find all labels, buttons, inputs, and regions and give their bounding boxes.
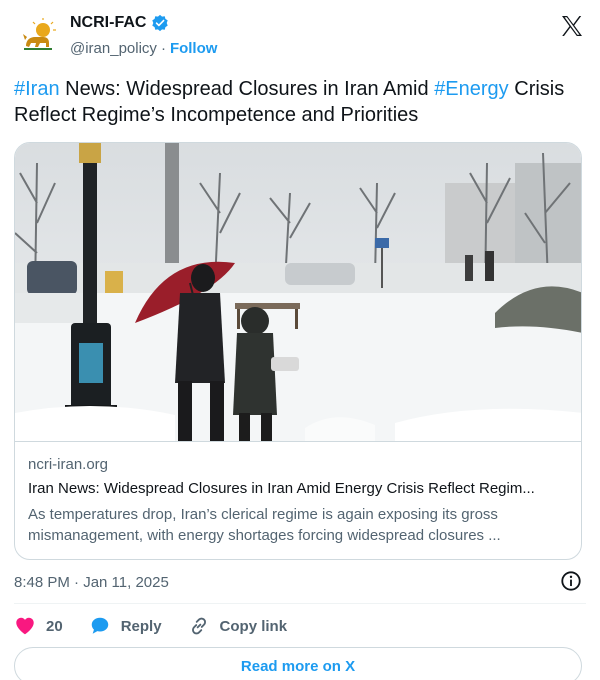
snowy-street-photo[interactable] (15, 143, 582, 441)
hashtag-energy[interactable]: #Energy (434, 78, 509, 100)
author-handle[interactable]: @iran_policy (70, 40, 157, 57)
link-preview-card[interactable]: ncri-iran.org Iran News: Widespread Clos… (14, 142, 582, 560)
tweet-actions: 20 Reply Copy link (14, 612, 586, 640)
copy-link-button[interactable]: Copy link (188, 615, 288, 637)
like-count: 20 (46, 617, 63, 635)
reply-button[interactable]: Reply (89, 615, 162, 637)
x-logo-icon[interactable] (560, 14, 584, 38)
author-name-row: NCRI-FAC (70, 14, 169, 32)
tweet-timestamp[interactable]: 8:48 PM · Jan 11, 2025 (14, 574, 169, 591)
link-icon (191, 617, 206, 635)
info-icon[interactable] (560, 570, 582, 592)
divider (14, 603, 586, 604)
author-name[interactable]: NCRI-FAC (70, 14, 146, 32)
tweet-header: NCRI-FAC @iran_policy · Follow (14, 12, 586, 62)
follow-button[interactable]: Follow (170, 40, 218, 57)
card-title[interactable]: Iran News: Widespread Closures in Iran A… (28, 480, 573, 497)
tweet-meta-row: 8:48 PM · Jan 11, 2025 (14, 570, 586, 594)
separator-dot: · (160, 40, 166, 57)
speech-bubble-icon (91, 617, 108, 634)
card-text-area: ncri-iran.org Iran News: Widespread Clos… (15, 441, 581, 559)
card-domain: ncri-iran.org (28, 456, 109, 473)
lion-and-sun-avatar[interactable] (18, 16, 58, 56)
author-handle-row: @iran_policy · Follow (70, 40, 217, 57)
read-more-button[interactable]: Read more on X (14, 647, 582, 680)
tweet-text-segment: News: Widespread Closures in Iran Amid (59, 78, 435, 100)
tweet-text: #Iran News: Widespread Closures in Iran … (14, 76, 586, 128)
verified-badge-icon (152, 14, 169, 32)
copy-link-label: Copy link (219, 617, 288, 635)
card-description: As temperatures drop, Iran’s clerical re… (28, 506, 501, 544)
hashtag-iran[interactable]: #Iran (14, 78, 60, 100)
like-button[interactable]: 20 (14, 615, 63, 637)
reply-label: Reply (120, 617, 162, 635)
heart-icon (16, 617, 34, 635)
